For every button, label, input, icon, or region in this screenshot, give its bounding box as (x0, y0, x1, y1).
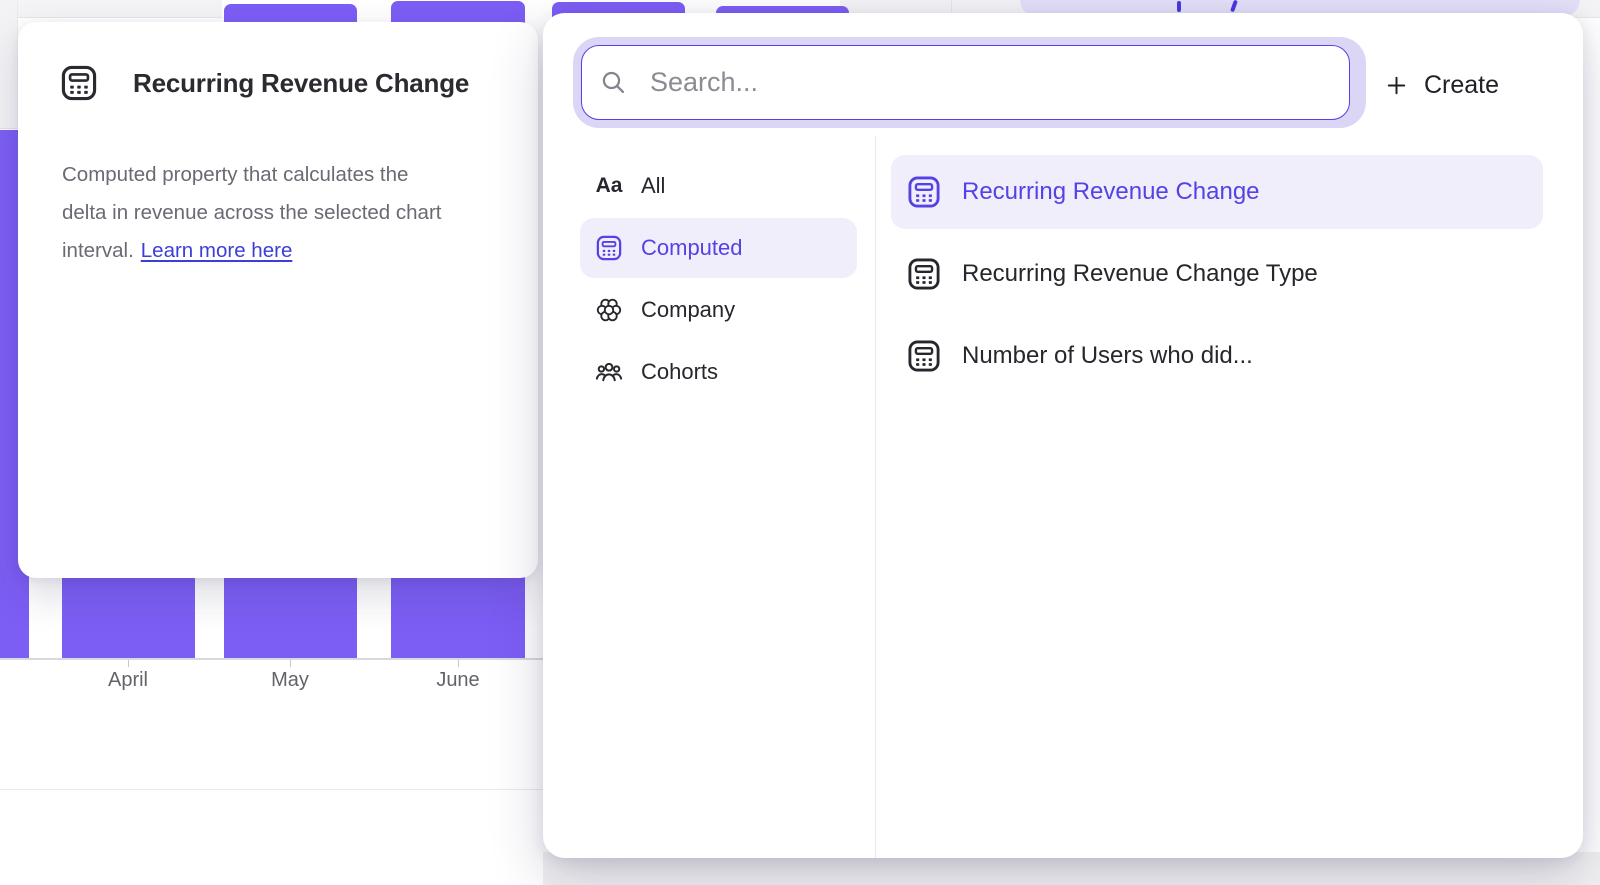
x-axis-label-may: May (271, 669, 309, 692)
result-list: Recurring Revenue Change Recurring Reven… (875, 151, 1583, 397)
search-icon (600, 69, 627, 96)
learn-more-link[interactable]: Learn more here (141, 239, 293, 262)
calculator-icon (905, 337, 943, 375)
result-item-number-of-users-who-did[interactable]: Number of Users who did... (875, 315, 1583, 397)
category-label: Company (641, 297, 735, 323)
tooltip-description-line-end: interval. (62, 239, 134, 262)
chart-left-gutter (0, 0, 18, 129)
search-field[interactable] (581, 45, 1350, 120)
cutoff-text-fragment (1177, 1, 1181, 12)
axis-tick-april (128, 660, 129, 667)
tooltip-description-line: Computed property that calculates the (62, 156, 522, 194)
category-label: Computed (641, 235, 743, 261)
plus-icon (1384, 73, 1409, 98)
cohorts-icon (593, 356, 625, 388)
result-label: Number of Users who did... (962, 342, 1253, 370)
tooltip-title: Recurring Revenue Change (133, 68, 469, 99)
x-axis-label-june: June (436, 669, 479, 692)
property-picker-popover: Create Aa All Computed Company (543, 13, 1583, 858)
company-icon (593, 294, 625, 326)
tooltip-description: Computed property that calculates the de… (62, 156, 522, 270)
result-label: Recurring Revenue Change Type (962, 260, 1318, 288)
category-tab-cohorts[interactable]: Cohorts (543, 341, 875, 403)
axis-tick-may (290, 660, 291, 667)
calculator-icon (58, 62, 100, 104)
create-button-label: Create (1424, 71, 1499, 100)
category-tab-company[interactable]: Company (543, 279, 875, 341)
screenshot-root: April May June Recurring Revenue Change … (0, 0, 1600, 885)
result-label: Recurring Revenue Change (962, 178, 1260, 206)
result-item-recurring-revenue-change-type[interactable]: Recurring Revenue Change Type (875, 233, 1583, 315)
search-input[interactable] (648, 66, 1329, 99)
text-aa-icon: Aa (593, 170, 625, 202)
x-axis-label-april: April (108, 669, 148, 692)
picker-body: Aa All Computed Company Cohorts (543, 140, 1583, 858)
result-item-recurring-revenue-change[interactable]: Recurring Revenue Change (875, 151, 1583, 233)
toolbar-strip-left (0, 0, 222, 18)
category-list: Aa All Computed Company Cohorts (543, 155, 875, 403)
tooltip-description-line: delta in revenue across the selected cha… (62, 194, 522, 232)
cutoff-text-fragment (1230, 0, 1238, 12)
calculator-icon (593, 232, 625, 264)
calculator-icon (905, 255, 943, 293)
tooltip-description-line: interval. Learn more here (62, 232, 522, 270)
category-label: All (641, 173, 665, 199)
category-tab-all[interactable]: Aa All (543, 155, 875, 217)
calculator-icon (905, 173, 943, 211)
create-button[interactable]: Create (1384, 65, 1499, 105)
category-tab-computed[interactable]: Computed (543, 217, 875, 279)
category-label: Cohorts (641, 359, 718, 385)
axis-tick-june (458, 660, 459, 667)
tooltip-header: Recurring Revenue Change (58, 62, 469, 104)
property-tooltip-card: Recurring Revenue Change Computed proper… (18, 22, 538, 578)
